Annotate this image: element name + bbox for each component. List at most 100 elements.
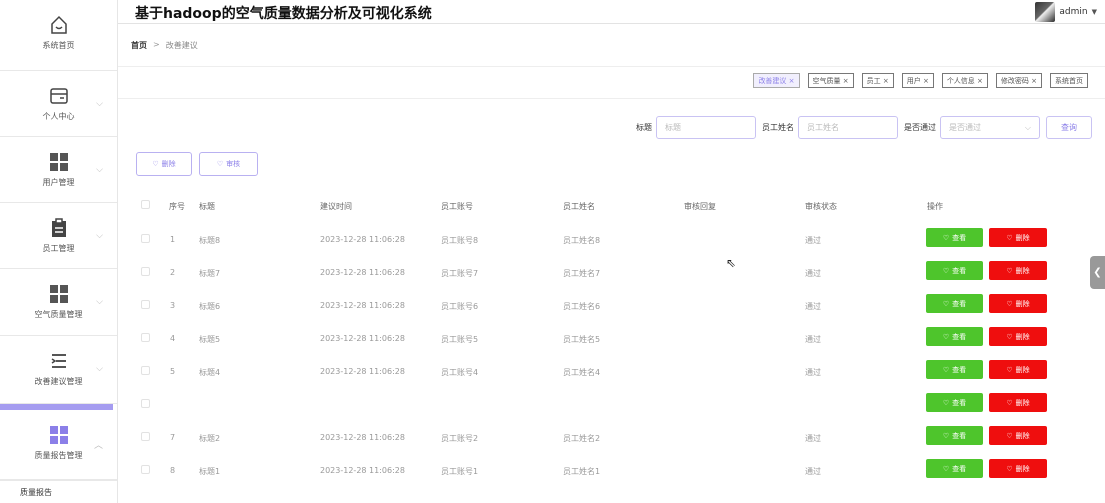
name-input[interactable] [798, 116, 898, 139]
list-icon [48, 350, 70, 372]
view-button[interactable]: ♡ 查看 [926, 294, 983, 313]
tag-profile[interactable]: 个人信息 × [941, 73, 988, 88]
app-title: 基于hadoop的空气质量数据分析及可视化系统 [135, 6, 432, 22]
avatar [1035, 2, 1056, 22]
cell-title: 标题4 [199, 368, 221, 377]
title-input[interactable] [656, 116, 756, 139]
tag-home[interactable]: 系统首页 [1050, 73, 1088, 88]
chevron-up-icon: ︿ [93, 441, 103, 451]
cell-index: 7 [170, 433, 176, 442]
cell-account: 员工账号8 [441, 236, 479, 245]
col-header: 审核回复 [684, 202, 716, 211]
tag-suggest[interactable]: 改善建议 × [753, 73, 800, 88]
row-checkbox[interactable] [141, 465, 150, 474]
view-label: 查看 [952, 399, 967, 407]
col-header: 员工姓名 [563, 202, 595, 211]
cell-time: 2023-12-28 11:06:28 [320, 433, 405, 442]
nav-item-label: 用户管理 [42, 178, 75, 187]
tag-air[interactable]: 空气质量 × [807, 73, 854, 88]
heart-icon: ♡ [216, 160, 224, 168]
cell-time: 2023-12-28 11:06:28 [320, 367, 405, 376]
row-checkbox[interactable] [141, 234, 150, 243]
title-label: 标题 [636, 123, 652, 132]
row-checkbox[interactable] [141, 432, 150, 441]
name-label: 员工姓名 [762, 123, 794, 132]
user-menu[interactable]: admin ▼ [1035, 2, 1097, 22]
view-button[interactable]: ♡ 查看 [926, 228, 983, 247]
row-checkbox[interactable] [141, 333, 150, 342]
nav-item-label: 质量报告管理 [34, 451, 83, 460]
nav-item-users[interactable]: 用户管理 ⌵ [0, 137, 117, 203]
delete-label: 删除 [1015, 300, 1030, 308]
cell-status: 通过 [805, 236, 821, 245]
cell-title: 标题6 [199, 302, 221, 311]
heart-icon: ♡ [1006, 267, 1013, 275]
nav-item-suggest[interactable]: 改善建议管理 ⌵ [0, 336, 117, 404]
nav-item-report[interactable]: 质量报告管理 ︿ [0, 410, 117, 480]
row-delete-button[interactable]: ♡ 删除 [989, 426, 1047, 445]
table-row: 8 标题1 2023-12-28 11:06:28 员工账号1 员工姓名1 通过… [136, 454, 1056, 487]
tag-staff[interactable]: 员工 × [861, 73, 894, 88]
row-delete-button[interactable]: ♡ 删除 [989, 360, 1047, 379]
row-checkbox[interactable] [141, 300, 150, 309]
cell-name: 员工姓名2 [563, 434, 601, 443]
home-icon [48, 14, 70, 36]
chevron-left-icon[interactable]: ❮ [1090, 256, 1105, 289]
cell-account: 员工账号7 [441, 269, 479, 278]
row-delete-button[interactable]: ♡ 删除 [989, 294, 1047, 313]
cell-title: 标题5 [199, 335, 221, 344]
row-checkbox[interactable] [141, 267, 150, 276]
view-label: 查看 [952, 366, 967, 374]
view-button[interactable]: ♡ 查看 [926, 327, 983, 346]
view-label: 查看 [952, 432, 967, 440]
view-button[interactable]: ♡ 查看 [926, 426, 983, 445]
view-button[interactable]: ♡ 查看 [926, 393, 983, 412]
breadcrumb-home[interactable]: 首页 [131, 40, 147, 51]
delete-label: 删除 [161, 160, 176, 168]
query-button[interactable]: 查询 [1046, 116, 1092, 139]
nav-item-label: 改善建议管理 [34, 377, 83, 386]
heart-icon: ♡ [152, 160, 159, 168]
tag-password[interactable]: 修改密码 × [995, 73, 1042, 88]
tag-user[interactable]: 用户 × [901, 73, 934, 88]
row-delete-button[interactable]: ♡ 删除 [989, 459, 1047, 478]
view-button[interactable]: ♡ 查看 [926, 261, 983, 280]
cell-time: 2023-12-28 11:06:28 [320, 235, 405, 244]
nav-item-personal[interactable]: 个人中心 ⌵ [0, 71, 117, 137]
delete-label: 删除 [1015, 432, 1030, 440]
row-delete-button[interactable]: ♡ 删除 [989, 393, 1047, 412]
table-row: 5 标题4 2023-12-28 11:06:28 员工账号4 员工姓名4 通过… [136, 355, 1056, 388]
chevron-down-icon: ⌵ [96, 297, 103, 307]
wallet-icon [48, 85, 70, 107]
col-header: 审核状态 [805, 202, 837, 211]
delete-button[interactable]: ♡ 删除 [136, 152, 192, 176]
nav-item-air[interactable]: 空气质量管理 ⌵ [0, 269, 117, 336]
cell-index: 8 [170, 466, 176, 475]
nav-subitem-report[interactable]: 质量报告 [0, 480, 117, 503]
view-button[interactable]: ♡ 查看 [926, 360, 983, 379]
pass-select[interactable]: 是否通过 ⌵ [940, 116, 1040, 139]
col-header: 操作 [927, 202, 943, 211]
row-delete-button[interactable]: ♡ 删除 [989, 327, 1047, 346]
heart-icon: ♡ [942, 333, 950, 341]
cell-time: 2023-12-28 11:06:28 [320, 268, 405, 277]
cell-index: 4 [170, 334, 176, 343]
heart-icon: ♡ [942, 366, 950, 374]
cell-name: 员工姓名8 [563, 236, 601, 245]
heart-icon: ♡ [1006, 333, 1013, 341]
audit-button[interactable]: ♡ 审核 [199, 152, 258, 176]
view-button[interactable]: ♡ 查看 [926, 459, 983, 478]
row-delete-button[interactable]: ♡ 删除 [989, 261, 1047, 280]
row-checkbox[interactable] [141, 399, 150, 408]
row-checkbox[interactable] [141, 366, 150, 375]
select-all-checkbox[interactable] [141, 200, 150, 209]
row-delete-button[interactable]: ♡ 删除 [989, 228, 1047, 247]
clipboard-icon [48, 217, 70, 239]
nav-item-staff[interactable]: 员工管理 ⌵ [0, 203, 117, 269]
divider [118, 66, 1105, 67]
nav-item-label: 个人中心 [42, 112, 75, 121]
tag-bar: 改善建议 × 空气质量 × 员工 × 用户 × 个人信息 × 修改密码 × 系统… [753, 73, 1088, 88]
cell-account: 员工账号4 [441, 368, 479, 377]
cell-index: 1 [170, 235, 176, 244]
nav-item-home[interactable]: 系统首页 [0, 0, 117, 71]
